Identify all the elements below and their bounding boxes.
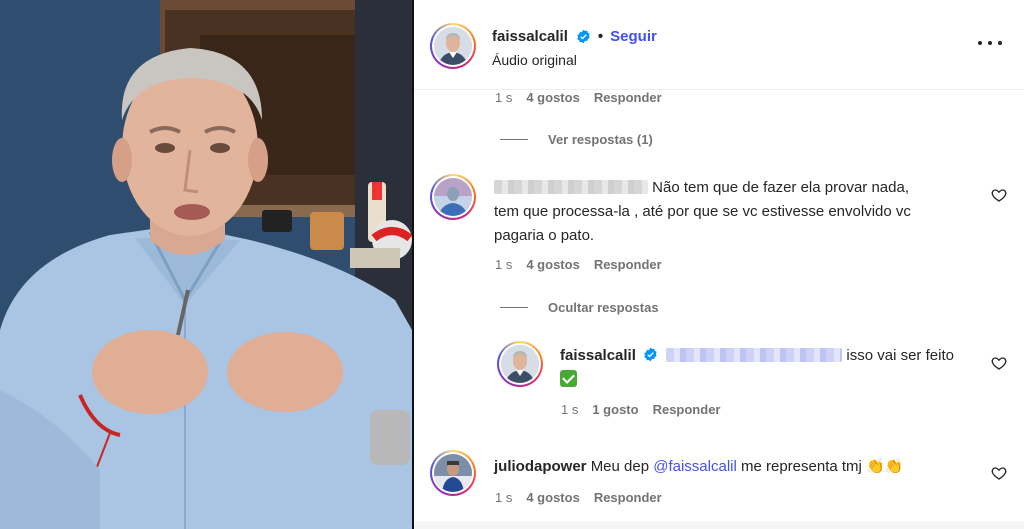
- panel-bottom-edge: [414, 521, 1024, 529]
- comment-1-text-line3: pagaria o pato.: [494, 227, 595, 244]
- more-options-icon[interactable]: [978, 38, 1002, 48]
- video-player[interactable]: [0, 0, 412, 529]
- comment-1-like-heart-icon[interactable]: [991, 187, 1007, 203]
- reply-1-meta: 1 s 1 gosto Responder: [561, 402, 720, 417]
- comment-1-avatar-photo: [434, 178, 472, 216]
- audio-label[interactable]: Áudio original: [492, 52, 577, 68]
- comment-1-username-redacted: [494, 180, 648, 194]
- comment-2-body: juliodapower Meu dep @faissalcalil me re…: [494, 455, 984, 479]
- video-frame-image: [0, 0, 412, 529]
- comment-2-username[interactable]: juliodapower: [494, 458, 587, 475]
- check-mark-emoji-icon: [560, 370, 577, 387]
- follow-button[interactable]: Seguir: [610, 28, 657, 45]
- author-username[interactable]: faissalcalil: [492, 28, 568, 45]
- reply-1-like-heart-icon[interactable]: [991, 355, 1007, 371]
- comment-2-avatar[interactable]: [430, 450, 476, 496]
- hide-replies-label: Ocultar respostas: [548, 300, 659, 315]
- reply-1-avatar[interactable]: [497, 341, 543, 387]
- comment-2-time: 1 s: [495, 490, 513, 505]
- comment-2-likes[interactable]: 4 gostos: [526, 490, 579, 505]
- replies-line: [500, 307, 528, 308]
- comment-1-text-line1: Não tem que de fazer ela provar nada,: [652, 179, 909, 196]
- reply-1-username[interactable]: faissalcalil: [560, 347, 636, 364]
- comment-prev-time: 1 s: [495, 90, 513, 105]
- avatar-photo: [434, 27, 472, 65]
- comment-1-text-line2: tem que processa-la , até por que se vc …: [494, 203, 911, 220]
- comments-panel: faissalcalil • Seguir Áudio original 1 s…: [414, 0, 1024, 529]
- comment-1-likes[interactable]: 4 gostos: [526, 257, 579, 272]
- view-replies-label: Ver respostas (1): [548, 132, 653, 147]
- view-replies-button[interactable]: Ver respostas (1): [500, 132, 653, 147]
- comment-1-time: 1 s: [495, 257, 513, 272]
- comment-2-reply-button[interactable]: Responder: [594, 490, 662, 505]
- comment-2-text-before: Meu dep: [590, 458, 650, 475]
- reply-1-text: isso vai ser feito: [846, 347, 954, 364]
- reply-1-time: 1 s: [561, 402, 579, 417]
- post-header: faissalcalil • Seguir Áudio original: [414, 0, 1024, 90]
- comment-1-meta: 1 s 4 gostos Responder: [495, 257, 662, 272]
- comment-1-avatar[interactable]: [430, 174, 476, 220]
- reply-1-reply-button[interactable]: Responder: [653, 402, 721, 417]
- reply-1-mention-redacted: [666, 348, 843, 362]
- verified-badge-icon: [644, 347, 657, 362]
- comment-2-meta: 1 s 4 gostos Responder: [495, 490, 662, 505]
- comment-prev-reply-button[interactable]: Responder: [594, 90, 662, 105]
- comment-prev-likes[interactable]: 4 gostos: [526, 90, 579, 105]
- reply-1-avatar-photo: [501, 345, 539, 383]
- reply-1-body: faissalcalil isso vai ser feito: [560, 344, 980, 392]
- comment-2-like-heart-icon[interactable]: [991, 465, 1007, 481]
- author-avatar[interactable]: [430, 23, 476, 69]
- header-separator: •: [597, 28, 604, 45]
- comment-2-text-after: me representa tmj: [741, 458, 862, 475]
- replies-line: [500, 139, 528, 140]
- comment-1-body: Não tem que de fazer ela provar nada, te…: [494, 176, 974, 248]
- comment-prev-meta: 1 s 4 gostos Responder: [495, 90, 662, 105]
- comment-1-reply-button[interactable]: Responder: [594, 257, 662, 272]
- comment-2-mention-link[interactable]: @faissalcalil: [653, 458, 737, 475]
- hide-replies-button[interactable]: Ocultar respostas: [500, 300, 659, 315]
- clapping-hands-emoji-icon: 👏👏: [866, 458, 904, 475]
- reply-1-likes[interactable]: 1 gosto: [592, 402, 638, 417]
- verified-badge-icon: [577, 29, 590, 44]
- comment-2-avatar-photo: [434, 454, 472, 492]
